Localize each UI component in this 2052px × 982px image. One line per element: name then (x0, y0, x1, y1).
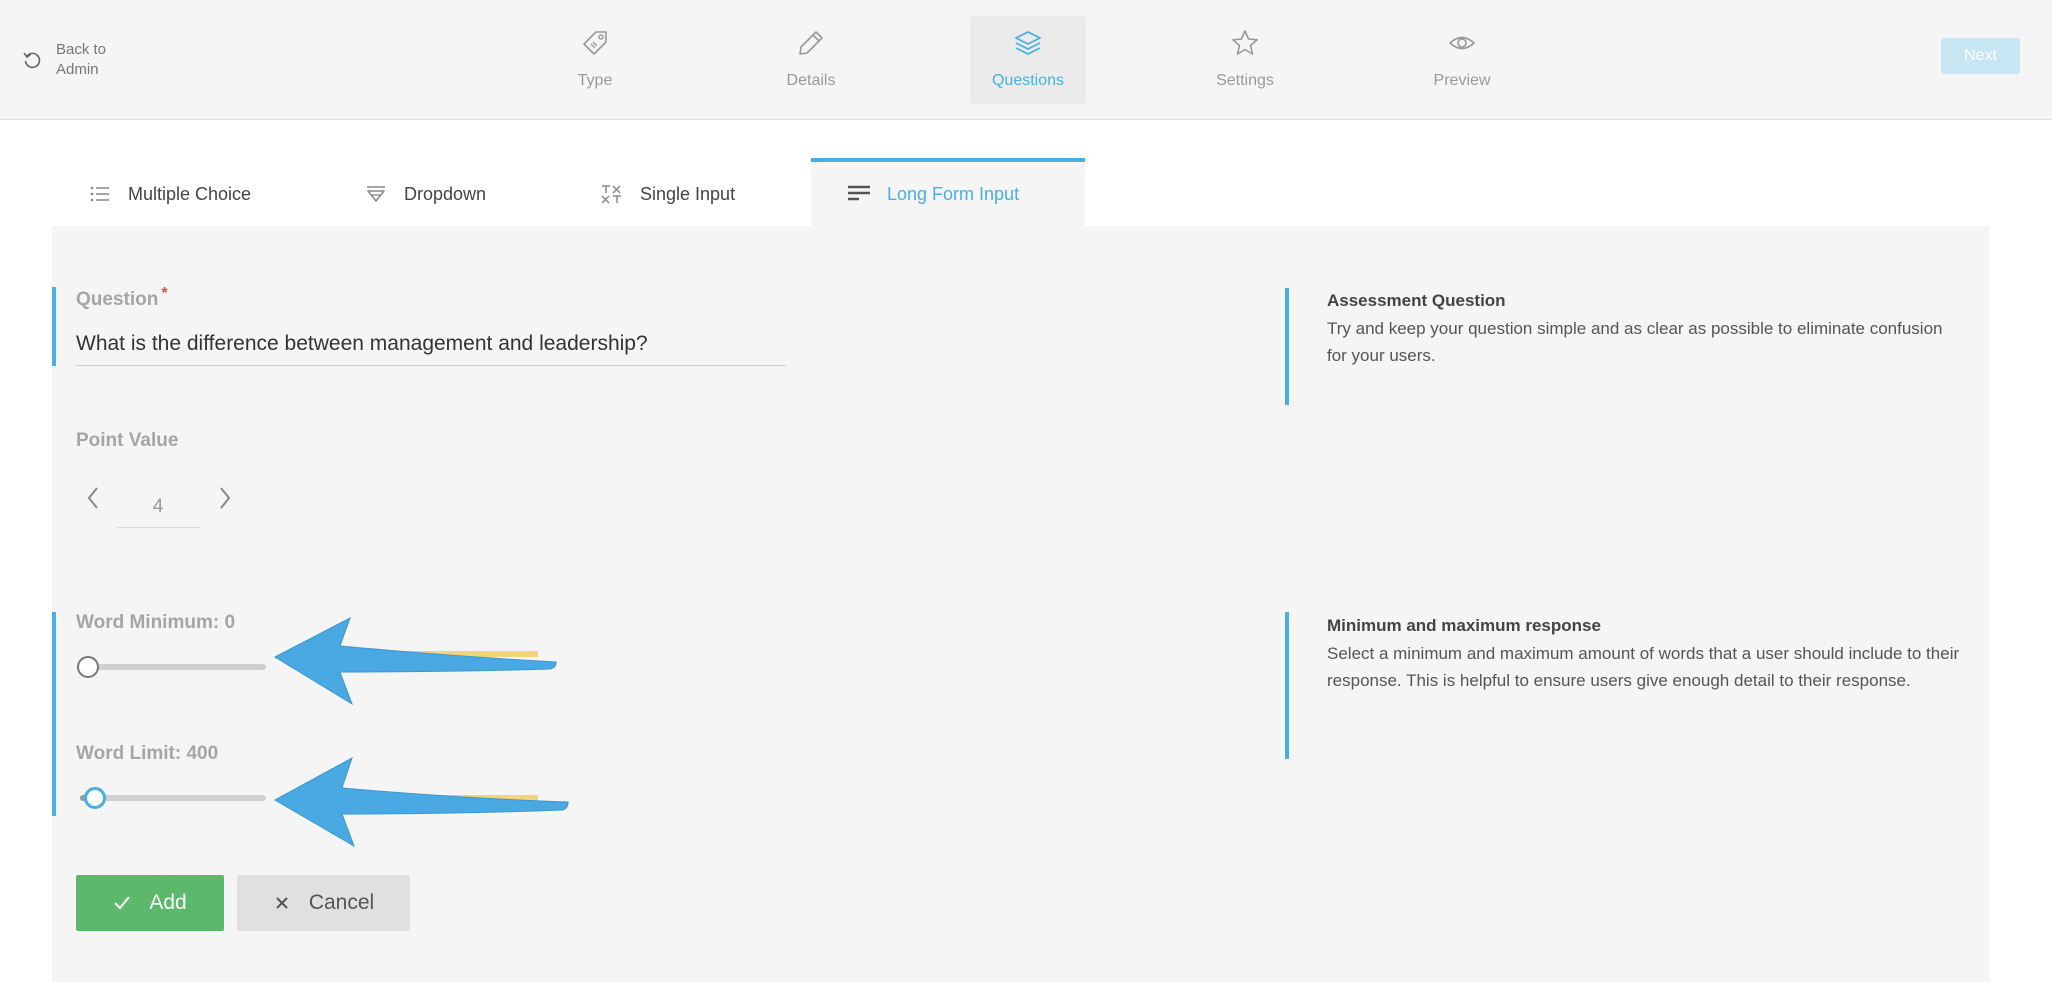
question-input[interactable] (76, 322, 786, 366)
tab-dropdown[interactable]: Dropdown (328, 158, 550, 226)
step-type[interactable]: Type (537, 16, 653, 104)
chevron-right-icon (220, 487, 231, 509)
tab-multiple-choice-label: Multiple Choice (128, 183, 252, 204)
step-details[interactable]: Details (753, 16, 869, 104)
question-label-text: Question (76, 289, 159, 310)
step-settings[interactable]: Settings (1187, 16, 1303, 104)
tab-long-form-input[interactable]: Long Form Input (811, 158, 1085, 226)
cancel-button-label: Cancel (308, 891, 375, 914)
paragraph-icon (848, 185, 870, 201)
question-label: Question * (76, 285, 168, 311)
step-type-label: Type (577, 72, 613, 89)
eye-icon (1448, 36, 1476, 50)
step-settings-label: Settings (1216, 72, 1274, 89)
annotation-arrow-word-limit (273, 756, 569, 848)
next-button[interactable]: Next (1941, 38, 2020, 74)
step-questions-label: Questions (991, 72, 1065, 89)
cancel-button[interactable]: Cancel (237, 875, 410, 931)
step-details-label: Details (786, 72, 836, 89)
undo-icon (23, 52, 41, 69)
layers-icon (1015, 31, 1041, 55)
top-bar: Back to Admin Type Details Questions Set… (0, 0, 2052, 120)
word-limits-accent-bar (52, 612, 56, 816)
pencil-icon (799, 31, 823, 55)
word-minimum-label: Word Minimum: 0 (76, 612, 236, 633)
question-accent-bar (52, 287, 56, 366)
tab-single-input-label: Single Input (640, 183, 736, 204)
back-to-admin-label: Back to Admin (56, 41, 107, 78)
tag-icon (583, 31, 607, 55)
dropdown-icon (367, 186, 385, 202)
word-limit-slider[interactable] (80, 795, 266, 801)
text-input-icon (601, 185, 621, 204)
assessment-help-accent-bar (1285, 288, 1289, 405)
required-mark: * (161, 285, 168, 302)
tab-single-input[interactable]: Single Input (564, 158, 796, 226)
tab-dropdown-label: Dropdown (404, 183, 487, 204)
star-icon (1232, 30, 1258, 55)
minmax-help-text: Select a minimum and maximum amount of w… (1327, 644, 1960, 690)
close-icon (276, 897, 288, 909)
word-limit-label: Word Limit: 400 (76, 743, 219, 764)
check-icon (114, 896, 131, 910)
minmax-help-accent-bar (1285, 612, 1289, 759)
back-to-admin-button[interactable]: Back to Admin (22, 40, 126, 80)
point-value-label: Point Value (76, 430, 179, 451)
assessment-help-title: Assessment Question (1327, 291, 1506, 310)
minmax-help-title: Minimum and maximum response (1327, 616, 1601, 635)
point-value-input[interactable] (117, 486, 199, 528)
word-limit-slider-thumb[interactable] (83, 787, 106, 809)
assessment-help-text: Try and keep your question simple and as… (1327, 319, 1943, 365)
step-questions[interactable]: Questions (970, 16, 1086, 104)
tab-long-form-input-label: Long Form Input (887, 183, 1020, 204)
step-preview[interactable]: Preview (1404, 16, 1520, 104)
step-preview-label: Preview (1433, 72, 1491, 89)
add-button[interactable]: Add (76, 875, 224, 931)
point-value-increment-button[interactable] (210, 480, 240, 516)
list-icon (90, 186, 109, 202)
tab-multiple-choice[interactable]: Multiple Choice (52, 158, 312, 226)
point-value-decrement-button[interactable] (78, 480, 108, 516)
annotation-arrow-word-minimum (273, 616, 557, 706)
word-minimum-slider[interactable] (80, 664, 266, 670)
add-button-label: Add (149, 891, 187, 914)
chevron-left-icon (87, 487, 98, 509)
word-minimum-slider-thumb[interactable] (77, 656, 99, 678)
